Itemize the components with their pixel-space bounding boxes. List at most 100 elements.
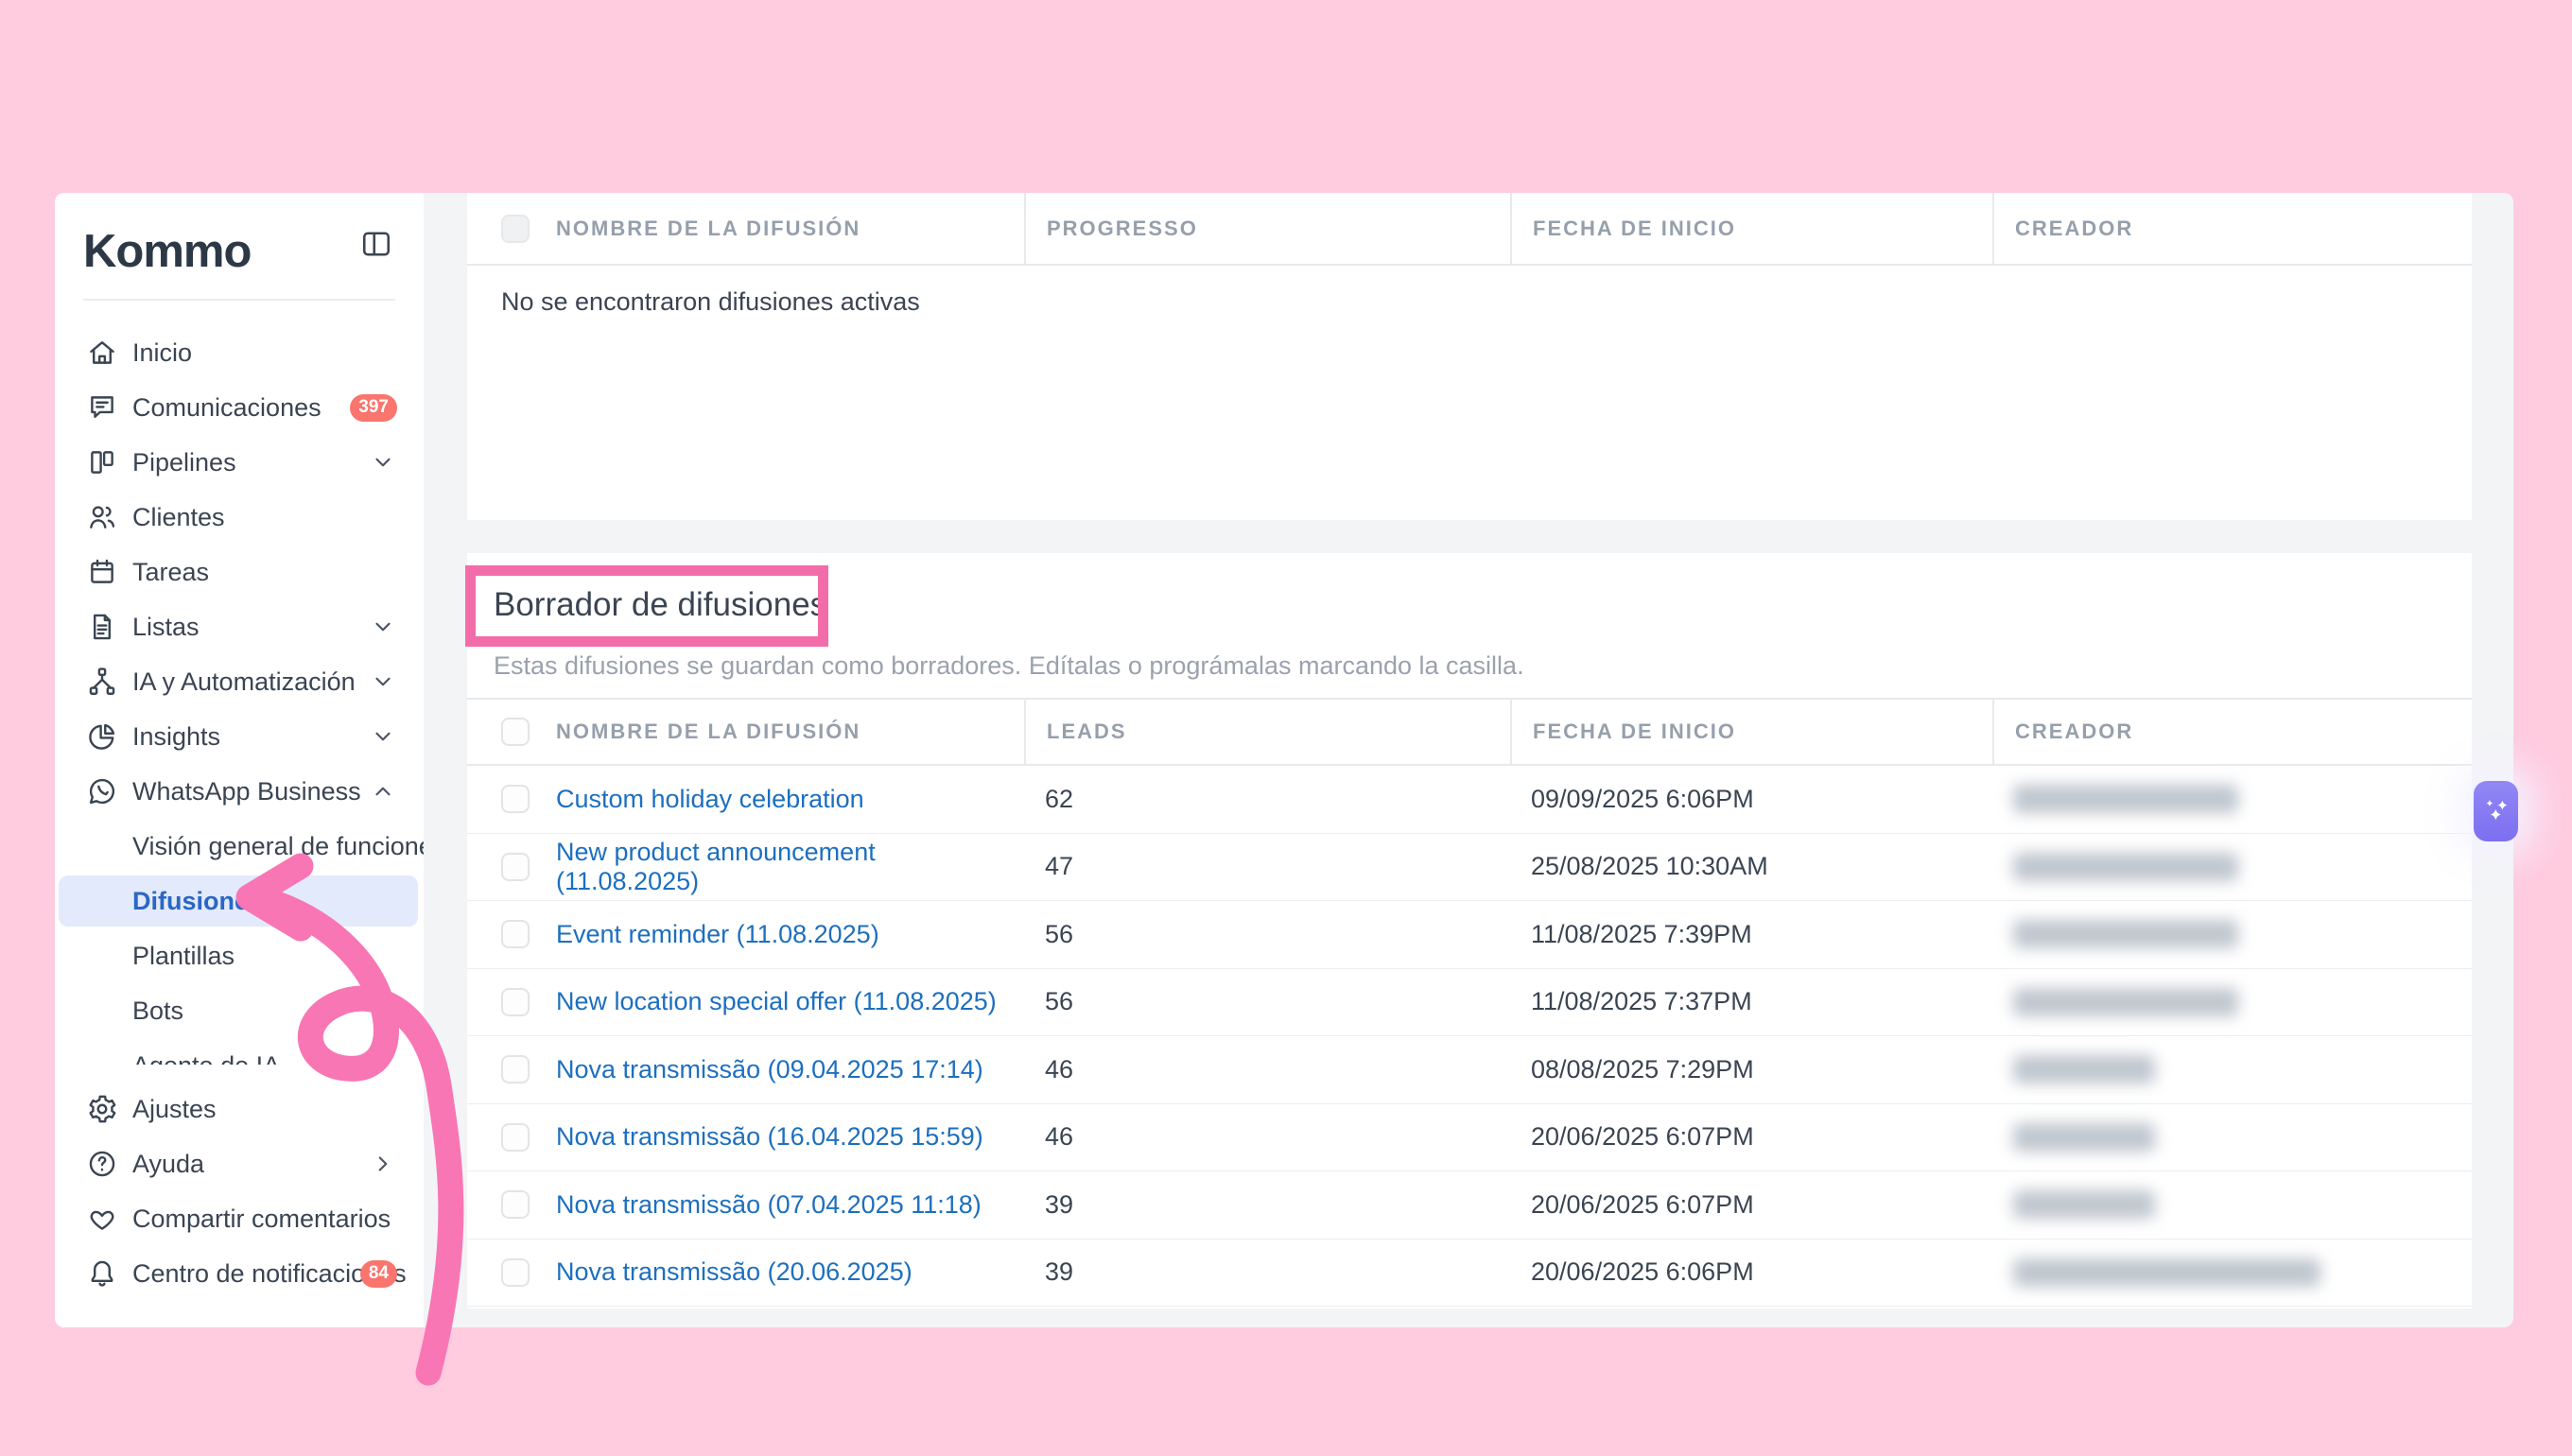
- broadcast-name-link[interactable]: Nova transmissão (09.04.2025 17:14): [556, 1055, 983, 1084]
- sidebar-item-label: Difusiones: [132, 887, 263, 916]
- sidebar-item-plantillas[interactable]: Plantillas: [55, 928, 424, 983]
- whatsapp-icon: [86, 775, 118, 807]
- empty-state-text: No se encontraron difusiones activas: [501, 287, 920, 317]
- sidebar-item-ajustes[interactable]: Ajustes: [55, 1082, 424, 1136]
- broadcast-name-link[interactable]: Custom holiday celebration: [556, 785, 864, 814]
- broadcast-name-link[interactable]: Nova transmissão (20.06.2025): [556, 1257, 912, 1287]
- start-date: 11/08/2025 7:37PM: [1510, 969, 1992, 1036]
- app-window: Kommo Inicio Comunicaciones 397 Pipeline…: [55, 193, 2513, 1327]
- broadcast-name-link[interactable]: Nova transmissão (16.04.2025 15:59): [556, 1122, 983, 1152]
- chevron-up-icon[interactable]: [371, 779, 395, 804]
- start-date: 11/08/2025 7:39PM: [1510, 901, 1992, 968]
- sidebar-item-pipelines[interactable]: Pipelines: [55, 435, 424, 490]
- home-icon: [86, 337, 118, 369]
- chevron-down-icon[interactable]: [371, 450, 395, 475]
- sidebar-item-bots[interactable]: Bots: [55, 983, 424, 1038]
- row-checkbox[interactable]: [501, 920, 530, 948]
- calendar-icon: [86, 556, 118, 588]
- sidebar-item-label: WhatsApp Business: [132, 777, 361, 806]
- document-icon: [86, 611, 118, 643]
- chevron-down-icon[interactable]: [371, 724, 395, 749]
- leads-count: 62: [1024, 766, 1510, 833]
- heart-icon: [86, 1203, 118, 1235]
- select-all-checkbox[interactable]: [501, 718, 530, 746]
- table-row: New product announcement (11.08.2025) 47…: [467, 834, 2472, 902]
- section-subtitle: Estas difusiones se guardan como borrado…: [494, 651, 1524, 681]
- broadcast-name-link[interactable]: New location special offer (11.08.2025): [556, 987, 997, 1016]
- ai-assistant-button[interactable]: [2474, 781, 2518, 841]
- gear-icon: [86, 1093, 118, 1125]
- sidebar-item-compartir-comentarios[interactable]: Compartir comentarios: [55, 1191, 424, 1246]
- sidebar-item-label: Compartir comentarios: [132, 1205, 391, 1234]
- creator-name-blurred: [2013, 988, 2238, 1016]
- creator-name-blurred: [2013, 785, 2238, 813]
- row-checkbox[interactable]: [501, 785, 530, 813]
- sparkles-icon: [2480, 795, 2512, 827]
- broadcast-name-link[interactable]: New product announcement (11.08.2025): [556, 838, 1024, 896]
- sidebar-item-label: Insights: [132, 722, 220, 752]
- sidebar-item-tareas[interactable]: Tareas: [55, 545, 424, 599]
- sidebar-item-agente-ia[interactable]: Agente de IA: [55, 1038, 424, 1065]
- sidebar-item-label: Visión general de funciones: [132, 832, 424, 861]
- row-checkbox[interactable]: [501, 1190, 530, 1219]
- chat-icon: [86, 391, 118, 424]
- select-all-checkbox[interactable]: [501, 215, 530, 243]
- start-date: 09/09/2025 6:06PM: [1510, 766, 1992, 833]
- kommo-logo: Kommo: [83, 225, 251, 278]
- sidebar-item-label: Agente de IA: [132, 1051, 280, 1066]
- table-row: Nova transmissão (20.06.2025) 39 20/06/2…: [467, 1239, 2472, 1308]
- start-date: 20/06/2025 6:07PM: [1510, 1171, 1992, 1239]
- broadcast-name-link[interactable]: Event reminder (11.08.2025): [556, 920, 879, 949]
- row-checkbox[interactable]: [501, 853, 530, 881]
- broadcast-name-link[interactable]: Nova transmissão (07.04.2025 11:18): [556, 1190, 982, 1220]
- sidebar-item-listas[interactable]: Listas: [55, 599, 424, 654]
- sidebar-item-whatsapp-business[interactable]: WhatsApp Business: [55, 764, 424, 819]
- column-header-nombre: NOMBRE DE LA DIFUSIÓN: [556, 700, 1024, 764]
- start-date: 20/06/2025 6:06PM: [1510, 1239, 1992, 1307]
- bell-icon: [86, 1257, 118, 1290]
- table-row: Custom holiday celebration 62 09/09/2025…: [467, 766, 2472, 834]
- divider: [83, 299, 395, 301]
- table-header-row: NOMBRE DE LA DIFUSIÓN PROGRESSO FECHA DE…: [467, 193, 2472, 266]
- column-header-creador: CREADOR: [1992, 700, 2472, 764]
- leads-count: 56: [1024, 969, 1510, 1036]
- sidebar-item-insights[interactable]: Insights: [55, 709, 424, 764]
- start-date: 25/08/2025 10:30AM: [1510, 834, 1992, 901]
- sidebar-item-clientes[interactable]: Clientes: [55, 490, 424, 545]
- chevron-right-icon[interactable]: [371, 1152, 395, 1176]
- row-checkbox[interactable]: [501, 1055, 530, 1083]
- creator-name-blurred: [2013, 1258, 2320, 1287]
- sidebar-item-label: Ayuda: [132, 1150, 204, 1179]
- row-checkbox[interactable]: [501, 1258, 530, 1287]
- pie-chart-icon: [86, 720, 118, 753]
- leads-count: 39: [1024, 1171, 1510, 1239]
- row-checkbox[interactable]: [501, 988, 530, 1016]
- sidebar-item-ayuda[interactable]: Ayuda: [55, 1136, 424, 1191]
- screenshot-stage: Kommo Inicio Comunicaciones 397 Pipeline…: [0, 0, 2572, 1456]
- unread-count-badge: 397: [350, 394, 397, 422]
- sidebar-item-ia-automatizacion[interactable]: IA y Automatización: [55, 654, 424, 709]
- row-checkbox[interactable]: [501, 1123, 530, 1152]
- column-header-fecha: FECHA DE INICIO: [1510, 700, 1992, 764]
- chevron-down-icon[interactable]: [371, 669, 395, 694]
- section-title: Borrador de difusiones: [494, 565, 826, 645]
- creator-name-blurred: [2013, 853, 2238, 881]
- sidebar-item-label: Ajustes: [132, 1095, 217, 1124]
- sidebar-bottom-nav: Ajustes Ayuda Compartir comentarios Cent…: [55, 1082, 424, 1301]
- leads-count: 46: [1024, 1104, 1510, 1171]
- sidebar-collapse-icon[interactable]: [359, 227, 393, 261]
- sidebar-item-label: IA y Automatización: [132, 667, 356, 697]
- sidebar-item-difusiones[interactable]: Difusiones: [55, 874, 424, 928]
- sidebar-item-inicio[interactable]: Inicio: [55, 325, 424, 380]
- pipelines-icon: [86, 446, 118, 478]
- column-header-progresso: PROGRESSO: [1024, 193, 1510, 264]
- chevron-down-icon[interactable]: [371, 615, 395, 639]
- start-date: 08/08/2025 7:29PM: [1510, 1036, 1992, 1103]
- users-icon: [86, 501, 118, 533]
- creator-name-blurred: [2013, 920, 2238, 948]
- sidebar-item-vision-general[interactable]: Visión general de funciones: [55, 819, 424, 874]
- sidebar-item-centro-notificaciones[interactable]: Centro de notificaciones 84: [55, 1246, 424, 1301]
- draft-broadcasts-section: Borrador de difusiones Estas difusiones …: [467, 553, 2472, 1309]
- sidebar-item-comunicaciones[interactable]: Comunicaciones 397: [55, 380, 424, 435]
- table-header-row: NOMBRE DE LA DIFUSIÓN LEADS FECHA DE INI…: [467, 698, 2472, 766]
